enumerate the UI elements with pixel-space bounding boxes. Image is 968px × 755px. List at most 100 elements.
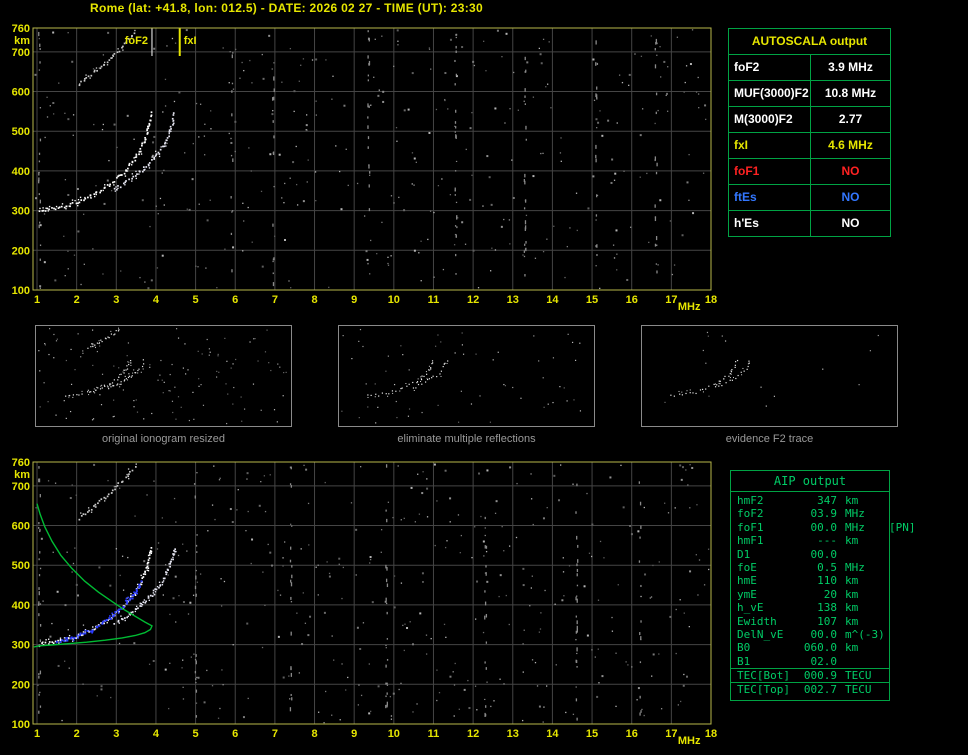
aip-param-name: hmE [737, 574, 757, 588]
svg-text:15: 15 [586, 728, 598, 740]
aip-param-name: B0 [737, 641, 751, 655]
svg-text:8: 8 [311, 728, 317, 740]
svg-text:18: 18 [705, 294, 717, 306]
svg-text:17: 17 [665, 294, 677, 306]
aip-row: ymE 20 km [731, 588, 889, 601]
aip-param-unit [837, 548, 887, 561]
svg-text:9: 9 [351, 728, 357, 740]
thumbnail-caption: evidence F2 trace [725, 433, 814, 445]
svg-text:1: 1 [34, 294, 40, 306]
aip-param-value: 110 [817, 574, 837, 588]
svg-text:10: 10 [388, 728, 400, 740]
aip-row: DelN_vE 00.0 m^(-3) [731, 628, 889, 641]
aip-row: foF2 03.9 MHz [731, 507, 889, 520]
svg-text:12: 12 [467, 728, 479, 740]
aip-rows: hmF2 347 km foF2 03.9 MHz foF1 00.0 MHz [PN] hmF1 -… [731, 492, 916, 700]
svg-text:200: 200 [12, 679, 30, 691]
svg-text:km: km [14, 469, 30, 481]
aip-row: B1 02.0 [731, 655, 889, 668]
aip-row: B0 060.0 km [731, 641, 889, 654]
aip-param-value: 00.0 [810, 627, 838, 641]
aip-param-unit: MHz [845, 560, 865, 574]
autoscala-param-label: M(3000)F2 [729, 107, 811, 132]
svg-text:9: 9 [351, 294, 357, 306]
autoscala-row: foF2 3.9 MHz [729, 54, 890, 80]
svg-text:400: 400 [12, 166, 30, 178]
autoscala-title: AUTOSCALA output [751, 34, 868, 48]
profile-ionogram-plot: 1 2 3 4 5 6 7 8 9 10 11 12 13 14 15 16 17 18MHz7607006005… [12, 457, 717, 747]
svg-text:700: 700 [12, 481, 30, 493]
aip-param-unit: km [845, 614, 859, 628]
svg-text:1: 1 [34, 728, 40, 740]
aip-param-value: 138 [817, 601, 837, 615]
svg-text:7: 7 [272, 728, 278, 740]
aip-param-value: 00.0 [810, 520, 838, 534]
svg-text:300: 300 [12, 206, 30, 218]
svg-text:MHz: MHz [678, 735, 701, 747]
svg-text:13: 13 [507, 728, 519, 740]
svg-text:6: 6 [232, 728, 238, 740]
aip-param-unit: km [845, 641, 859, 655]
svg-text:16: 16 [626, 728, 638, 740]
aip-param-unit: m^(-3) [845, 627, 885, 641]
aip-param-value: 060.0 [803, 641, 837, 655]
svg-text:760: 760 [12, 23, 30, 35]
svg-text:700: 700 [12, 47, 30, 59]
thumbnail-original-ionogram [35, 325, 292, 427]
aip-param-name: hmF1 [737, 534, 764, 548]
autoscala-param-value: 10.8 MHz [824, 86, 877, 100]
svg-text:500: 500 [12, 126, 30, 138]
svg-text:3: 3 [113, 728, 119, 740]
aip-param-unit: km [845, 601, 859, 615]
thumb-no-multiples-plot [341, 328, 582, 424]
autoscala-row: fxI 4.6 MHz [729, 132, 890, 158]
autoscala-row: ftEs NO [729, 184, 890, 210]
aip-row: TEC[Bot] 000.9 TECU [731, 668, 889, 682]
thumbnail-no-multiples [338, 325, 595, 427]
aip-param-unit [837, 655, 887, 668]
aip-param-name: hmF2 [737, 494, 764, 507]
aip-param-unit: TECU [845, 669, 872, 683]
autoscala-param-value: 4.6 MHz [828, 138, 873, 152]
aip-param-name: D1 [737, 547, 751, 561]
aip-title: AIP output [731, 471, 889, 492]
svg-text:100: 100 [12, 285, 30, 297]
svg-text:200: 200 [12, 245, 30, 257]
svg-text:7: 7 [272, 294, 278, 306]
thumbnail-caption: original ionogram resized [102, 433, 225, 445]
aip-param-value: 347 [817, 494, 837, 507]
station-title: Rome (lat: +41.8, lon: 012.5) - DATE: 20… [90, 1, 483, 15]
thumb-f2-trace-plot [664, 331, 879, 407]
svg-text:MHz: MHz [678, 301, 701, 313]
aip-param-name: TEC[Bot] [737, 669, 790, 683]
svg-text:4: 4 [153, 294, 160, 306]
aip-param-unit: km [845, 587, 859, 601]
aip-param-value: 000.9 [803, 669, 837, 683]
svg-text:5: 5 [193, 294, 199, 306]
autoscala-param-value: NO [841, 164, 860, 178]
aip-param-name: ymE [737, 587, 757, 601]
aip-row: hmF2 347 km [731, 494, 889, 507]
autoscala-param-label: h'Es [729, 211, 811, 236]
svg-text:foF2: foF2 [125, 35, 148, 47]
autoscala-row: foF1 NO [729, 158, 890, 184]
aip-param-name: foF2 [737, 507, 764, 521]
thumbnail-caption: eliminate multiple reflections [397, 433, 536, 445]
svg-text:12: 12 [467, 294, 479, 306]
aip-param-value: 03.9 [810, 507, 838, 521]
aip-row: hmF1 --- km [731, 534, 889, 547]
svg-text:6: 6 [232, 294, 238, 306]
aip-row: hmE 110 km [731, 574, 889, 587]
svg-text:18: 18 [705, 728, 717, 740]
aip-row: foE 0.5 MHz [731, 561, 889, 574]
svg-text:17: 17 [665, 728, 677, 740]
thumb-original-plot [38, 327, 287, 425]
svg-text:11: 11 [428, 728, 440, 740]
svg-text:2: 2 [74, 294, 80, 306]
aip-param-name: foE [737, 560, 757, 574]
svg-text:14: 14 [546, 294, 559, 306]
svg-text:4: 4 [153, 728, 160, 740]
svg-text:600: 600 [12, 87, 30, 99]
aip-param-value: 0.5 [817, 560, 837, 574]
svg-text:100: 100 [12, 719, 30, 731]
